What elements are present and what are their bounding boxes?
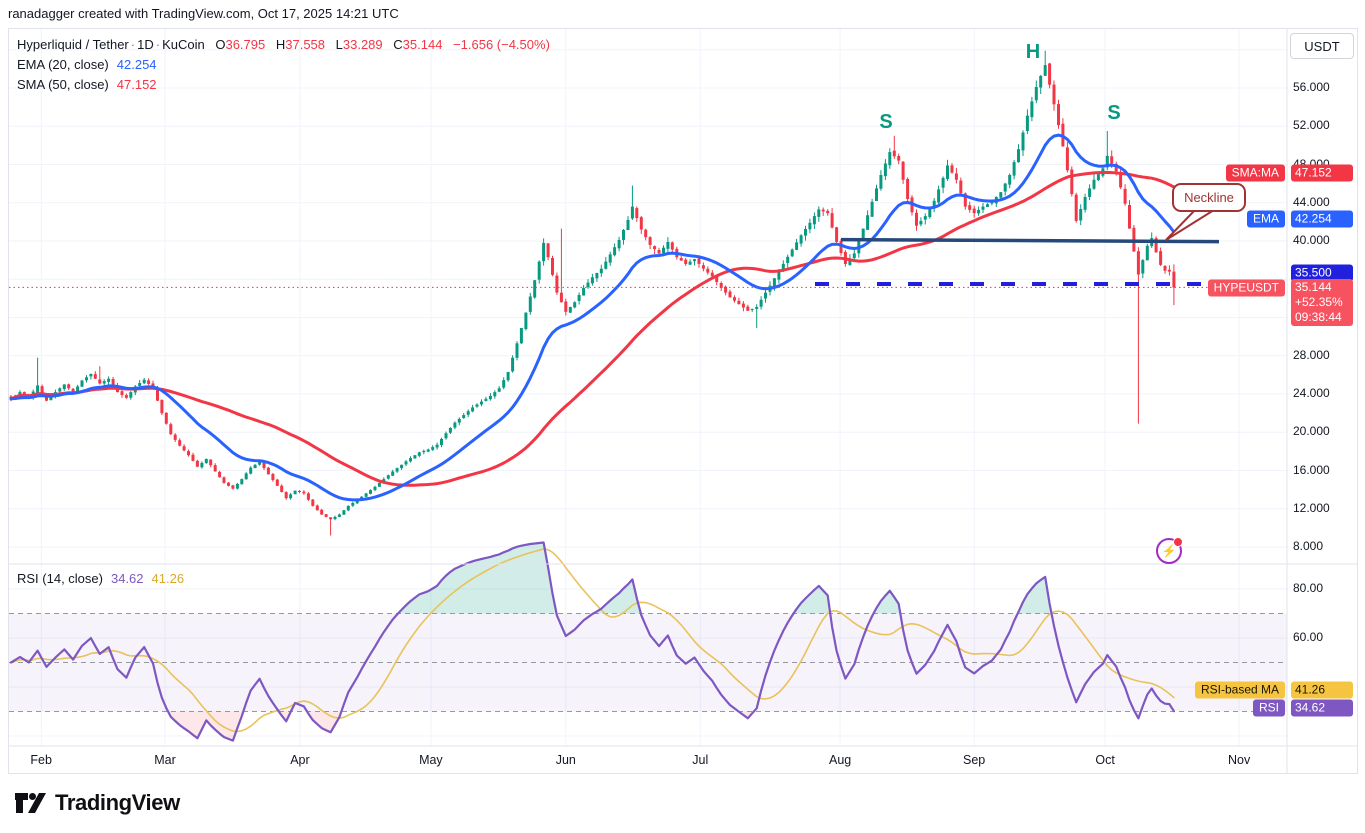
- currency-toggle-button[interactable]: USDT: [1290, 33, 1354, 59]
- svg-text:S: S: [1107, 102, 1120, 124]
- time-axis-month-label: Apr: [290, 753, 309, 767]
- tradingview-logo[interactable]: TradingView: [14, 790, 180, 816]
- rsi-ma-axis-value-badge: 41.26: [1291, 681, 1353, 698]
- symbol-legend: Hyperliquid / Tether·1D·KuCoin O36.795 H…: [17, 35, 550, 95]
- time-axis-month-label: Mar: [154, 753, 176, 767]
- quick-action-lightning-icon[interactable]: ⚡: [1156, 538, 1182, 564]
- rsi-legend: RSI (14, close)34.6241.26: [17, 571, 184, 586]
- symbol-row: Hyperliquid / Tether·1D·KuCoin O36.795 H…: [17, 35, 550, 55]
- price-tick-label: 52.000: [1293, 118, 1330, 132]
- sma-axis-value-badge: 47.152: [1291, 164, 1353, 181]
- chart-widget: S H S Neckline Hyperliquid / Tether·1D·KuCo…: [8, 28, 1358, 774]
- tradingview-wordmark: TradingView: [55, 790, 180, 816]
- tradingview-chart-page: { "header": { "credit": "ranadagger crea…: [0, 0, 1365, 833]
- symbol-name: Hyperliquid / Tether: [17, 37, 129, 52]
- sma-axis-name-badge: SMA:MA: [1226, 164, 1285, 181]
- price-tick-label: 56.000: [1293, 80, 1330, 94]
- price-tick-label: 16.000: [1293, 463, 1330, 477]
- price-tick-label: 24.000: [1293, 386, 1330, 400]
- svg-text:H: H: [1026, 41, 1040, 63]
- rsi-axis-value-badge: 34.62: [1291, 700, 1353, 717]
- last-price-badge: 35.144+52.35%09:38:44: [1291, 279, 1353, 326]
- time-axis-scale[interactable]: Feb Mar Apr May Jun Jul Aug Sep Oct Nov: [9, 747, 1357, 773]
- low-value: 33.289: [343, 37, 383, 52]
- tradingview-logo-icon: [14, 790, 46, 816]
- ema-axis-value-badge: 42.254: [1291, 211, 1353, 228]
- change-value: −1.656 (−4.50%): [453, 37, 550, 52]
- high-value: 37.558: [285, 37, 325, 52]
- sma-legend-row: SMA (50, close)47.152: [17, 75, 550, 95]
- time-axis-month-label: Sep: [963, 753, 985, 767]
- chart-canvas[interactable]: S H S Neckline: [9, 29, 1357, 773]
- time-axis-month-label: Oct: [1095, 753, 1114, 767]
- open-value: 36.795: [225, 37, 265, 52]
- ema-axis-name-badge: EMA: [1247, 211, 1285, 228]
- price-tick-label: 44.000: [1293, 195, 1330, 209]
- svg-text:S: S: [879, 111, 892, 133]
- rsi-value: 34.62: [111, 571, 144, 586]
- credit-line: ranadagger created with TradingView.com,…: [8, 6, 399, 21]
- time-axis-month-label: Aug: [829, 753, 851, 767]
- rsi-tick-label: 60.00: [1293, 630, 1323, 644]
- interval: 1D: [137, 37, 154, 52]
- notification-dot: [1173, 537, 1183, 547]
- price-tick-label: 40.000: [1293, 233, 1330, 247]
- ema-legend-row: EMA (20, close)42.254: [17, 55, 550, 75]
- price-tick-label: 8.000: [1293, 539, 1323, 553]
- exchange: KuCoin: [162, 37, 205, 52]
- ema-value: 42.254: [117, 57, 157, 72]
- time-axis-month-label: Jul: [692, 753, 708, 767]
- price-tick-label: 12.000: [1293, 501, 1330, 515]
- symbol-axis-name-badge: HYPEUSDT: [1208, 280, 1285, 297]
- rsi-ma-axis-name-badge: RSI-based MA: [1195, 681, 1285, 698]
- time-axis-month-label: Nov: [1228, 753, 1250, 767]
- rsi-axis-name-badge: RSI: [1253, 700, 1285, 717]
- time-axis-month-label: Feb: [30, 753, 52, 767]
- price-tick-label: 20.000: [1293, 424, 1330, 438]
- sma-value: 47.152: [117, 77, 157, 92]
- time-axis-month-label: May: [419, 753, 443, 767]
- rsi-tick-label: 80.00: [1293, 581, 1323, 595]
- svg-text:Neckline: Neckline: [1184, 190, 1234, 205]
- rsi-ma-value: 41.26: [152, 571, 185, 586]
- close-value: 35.144: [403, 37, 443, 52]
- lightning-bolt-icon: ⚡: [1162, 545, 1177, 557]
- time-axis-month-label: Jun: [556, 753, 576, 767]
- price-tick-label: 28.000: [1293, 348, 1330, 362]
